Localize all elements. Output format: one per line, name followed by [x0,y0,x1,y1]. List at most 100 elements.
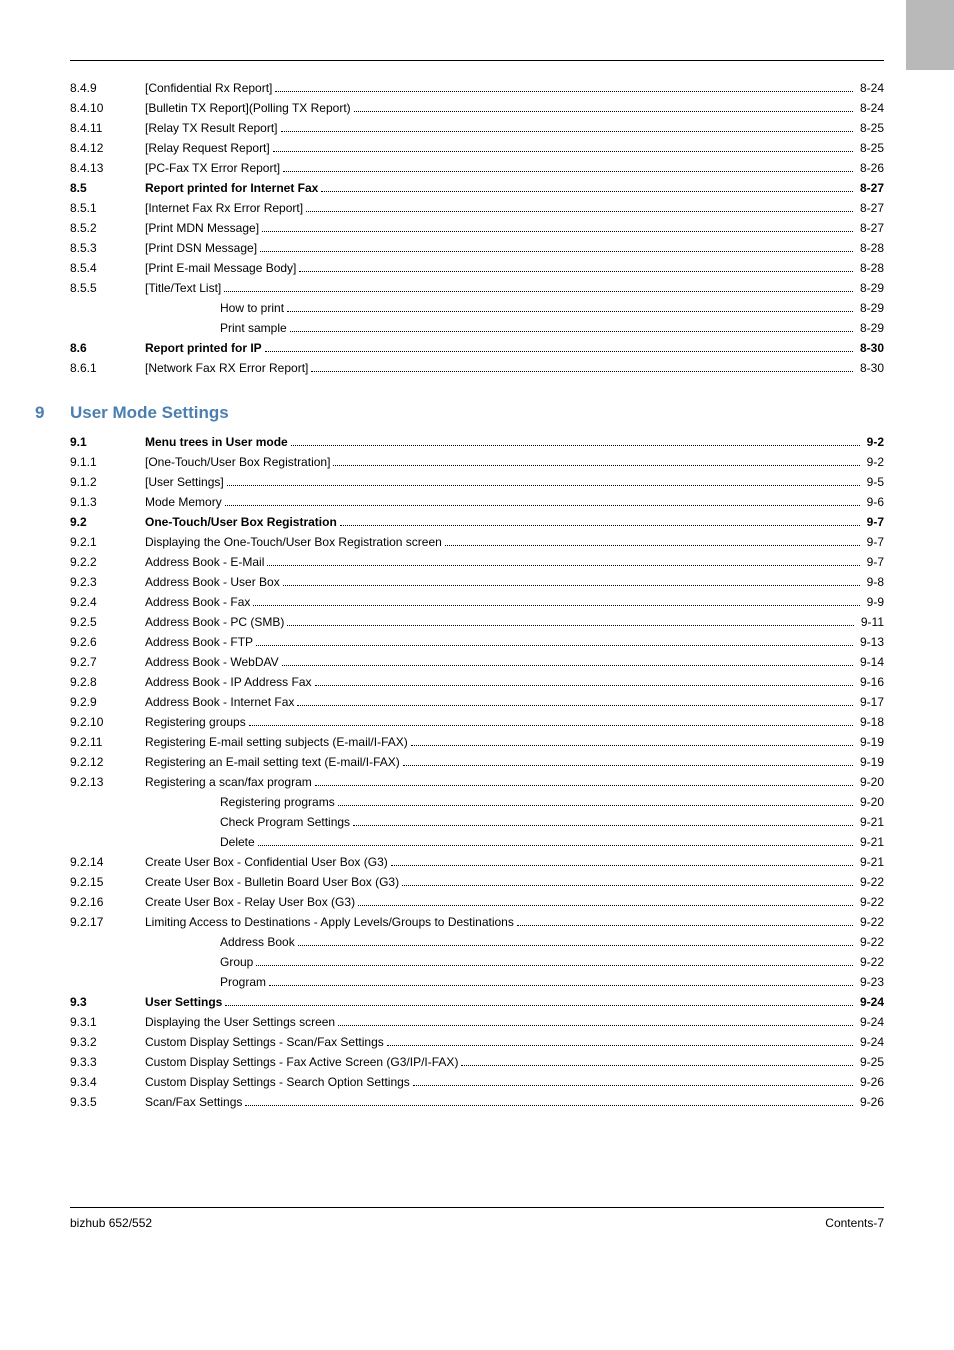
toc-entry: 9.2.15Create User Box - Bulletin Board U… [70,873,884,891]
toc-number: 9.2.2 [70,553,145,571]
footer-left: bizhub 652/552 [70,1216,152,1230]
toc-number: 9.2.13 [70,773,145,791]
toc-leader-dots [275,91,853,92]
toc-title: Registering an E-mail setting text (E-ma… [145,753,400,771]
toc-page: 9-7 [863,533,884,551]
toc-page: 8-29 [856,319,884,337]
toc-entry: 8.4.10[Bulletin TX Report](Polling TX Re… [70,99,884,117]
toc-entry: 9.2.5Address Book - PC (SMB) 9-11 [70,613,884,631]
toc-leader-dots [256,965,853,966]
toc-page: 9-19 [856,733,884,751]
toc-page: 9-11 [857,613,884,631]
toc-page: 9-22 [856,933,884,951]
toc-entry: 9.2.12Registering an E-mail setting text… [70,753,884,771]
top-rule [70,60,884,61]
toc-page: 9-25 [856,1053,884,1071]
toc-title: Print sample [220,319,287,337]
toc-subentry: Print sample 8-29 [70,319,884,337]
toc-number: 9.3.2 [70,1033,145,1051]
toc-leader-dots [282,665,853,666]
toc-leader-dots [225,1005,853,1006]
toc-entry: 9.2.7Address Book - WebDAV 9-14 [70,653,884,671]
toc-leader-dots [281,131,853,132]
toc-entry: 9.3.5Scan/Fax Settings 9-26 [70,1093,884,1111]
toc-title: [Relay TX Result Report] [145,119,278,137]
toc-leader-dots [311,371,853,372]
toc-page: 8-25 [856,139,884,157]
toc-leader-dots [287,311,853,312]
toc-page: 9-23 [856,973,884,991]
toc-leader-dots [338,1025,853,1026]
toc-entry: 9.2.3Address Book - User Box 9-8 [70,573,884,591]
toc-title: Address Book - User Box [145,573,280,591]
toc-leader-dots [298,945,853,946]
toc-entry: 9.2.9Address Book - Internet Fax 9-17 [70,693,884,711]
toc-subentry: Registering programs 9-20 [70,793,884,811]
toc-section-9: 9.1Menu trees in User mode 9-2 9.1.1[One-… [70,433,884,1111]
toc-number: 8.6 [70,339,145,357]
toc-entry: 9.2.8Address Book - IP Address Fax 9-16 [70,673,884,691]
toc-leader-dots [411,745,853,746]
toc-leader-dots [269,985,853,986]
toc-entry: 8.5.3[Print DSN Message] 8-28 [70,239,884,257]
toc-entry: 8.4.9[Confidential Rx Report] 8-24 [70,79,884,97]
toc-number: 9.3.5 [70,1093,145,1111]
toc-page: 8-29 [856,279,884,297]
toc-title: Limiting Access to Destinations - Apply … [145,913,514,931]
toc-entry: 9.1.2[User Settings] 9-5 [70,473,884,491]
toc-page: 8-27 [856,219,884,237]
toc-entry: 8.6.1[Network Fax RX Error Report] 8-30 [70,359,884,377]
toc-number: 8.5.5 [70,279,145,297]
toc-title: One-Touch/User Box Registration [145,513,337,531]
toc-entry: 9.2.6Address Book - FTP 9-13 [70,633,884,651]
toc-entry: 9.3.2Custom Display Settings - Scan/Fax … [70,1033,884,1051]
toc-number: 9.2.12 [70,753,145,771]
toc-page: 9-8 [863,573,884,591]
toc-title: [Internet Fax Rx Error Report] [145,199,303,217]
toc-page: 9-21 [856,833,884,851]
toc-title: Delete [220,833,255,851]
toc-page: 8-28 [856,239,884,257]
toc-entry: 9.2.11Registering E-mail setting subject… [70,733,884,751]
toc-leader-dots [461,1065,853,1066]
toc-entry: 8.4.11[Relay TX Result Report] 8-25 [70,119,884,137]
toc-leader-dots [354,111,853,112]
toc-entry: 9.1.1[One-Touch/User Box Registration] 9… [70,453,884,471]
toc-entry: 9.2.13Registering a scan/fax program 9-2… [70,773,884,791]
toc-subentry: Address Book 9-22 [70,933,884,951]
toc-page: 8-30 [856,359,884,377]
toc-leader-dots [225,505,860,506]
toc-leader-dots [340,525,860,526]
toc-page: 9-17 [856,693,884,711]
toc-leader-dots [358,905,853,906]
toc-number: 9.3 [70,993,145,1011]
toc-entry: 9.3User Settings 9-24 [70,993,884,1011]
toc-page: 9-18 [856,713,884,731]
toc-leader-dots [315,685,853,686]
toc-number: 9.2.6 [70,633,145,651]
toc-number: 9.1 [70,433,145,451]
toc-leader-dots [283,171,853,172]
toc-number: 8.4.11 [70,119,145,137]
toc-title: User Settings [145,993,222,1011]
toc-leader-dots [391,865,853,866]
toc-leader-dots [260,251,853,252]
toc-leader-dots [227,485,860,486]
toc-leader-dots [299,271,853,272]
toc-page: 9-9 [863,593,884,611]
toc-entry: 9.2.1Displaying the One-Touch/User Box R… [70,533,884,551]
toc-page: 9-22 [856,953,884,971]
toc-title: [User Settings] [145,473,224,491]
toc-entry: 8.4.13[PC-Fax TX Error Report] 8-26 [70,159,884,177]
toc-page: 8-25 [856,119,884,137]
toc-title: Address Book - Internet Fax [145,693,294,711]
toc-leader-dots [403,765,853,766]
toc-entry: 9.1Menu trees in User mode 9-2 [70,433,884,451]
toc-number: 9.2.1 [70,533,145,551]
toc-number: 8.6.1 [70,359,145,377]
toc-title: Create User Box - Relay User Box (G3) [145,893,355,911]
toc-page: 8-24 [856,99,884,117]
toc-leader-dots [249,725,853,726]
toc-page: 8-26 [856,159,884,177]
toc-page: 8-27 [856,179,884,197]
